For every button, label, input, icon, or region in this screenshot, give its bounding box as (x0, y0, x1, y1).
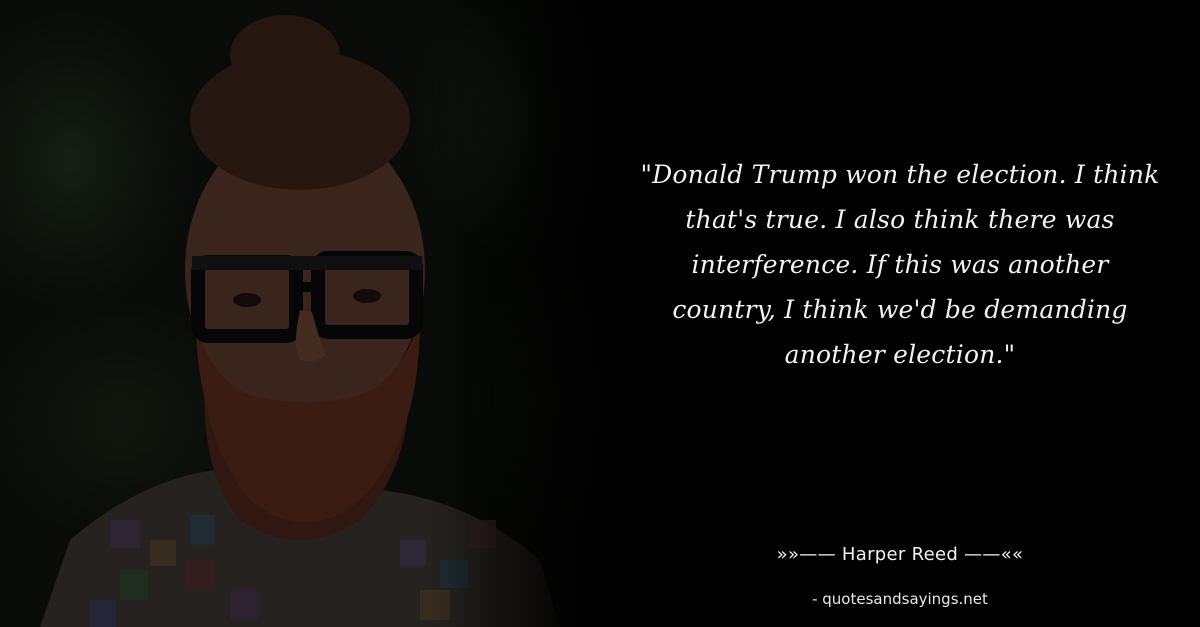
portrait-photo (0, 0, 640, 627)
quote-line: that's true. I also think there was (685, 205, 1115, 234)
quote-line: country, I think we'd be demanding (672, 295, 1128, 324)
quote-line: interference. If this was another (691, 250, 1109, 279)
quote-line: "Donald Trump won the election. I think (640, 160, 1160, 189)
quote-line: another election." (784, 340, 1016, 369)
quote-text: "Donald Trump won the election. I think … (600, 152, 1200, 377)
website-credit: - quotesandsayings.net (812, 590, 988, 608)
quote-card: "Donald Trump won the election. I think … (0, 0, 1200, 627)
quote-author: »»—— Harper Reed ——«« (776, 544, 1024, 565)
